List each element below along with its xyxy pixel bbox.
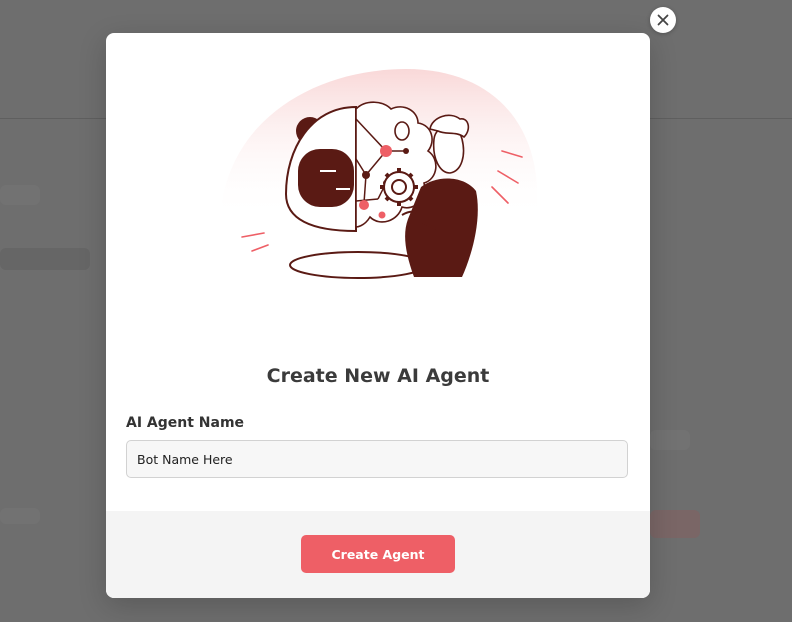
background-element	[0, 508, 40, 524]
background-element	[650, 510, 700, 538]
background-element	[0, 248, 90, 270]
modal-footer: Create Agent	[106, 511, 650, 598]
agent-name-label: AI Agent Name	[126, 415, 245, 431]
create-agent-modal: Create New AI Agent AI Agent Name Create…	[106, 33, 650, 598]
create-agent-button[interactable]: Create Agent	[301, 535, 455, 573]
agent-name-input[interactable]	[126, 440, 628, 478]
close-icon	[657, 14, 669, 26]
close-button[interactable]	[650, 7, 676, 33]
modal-title: Create New AI Agent	[266, 365, 490, 387]
robot-brain-person-illustration	[220, 69, 538, 279]
background-element	[0, 185, 40, 205]
background-element	[650, 430, 690, 450]
